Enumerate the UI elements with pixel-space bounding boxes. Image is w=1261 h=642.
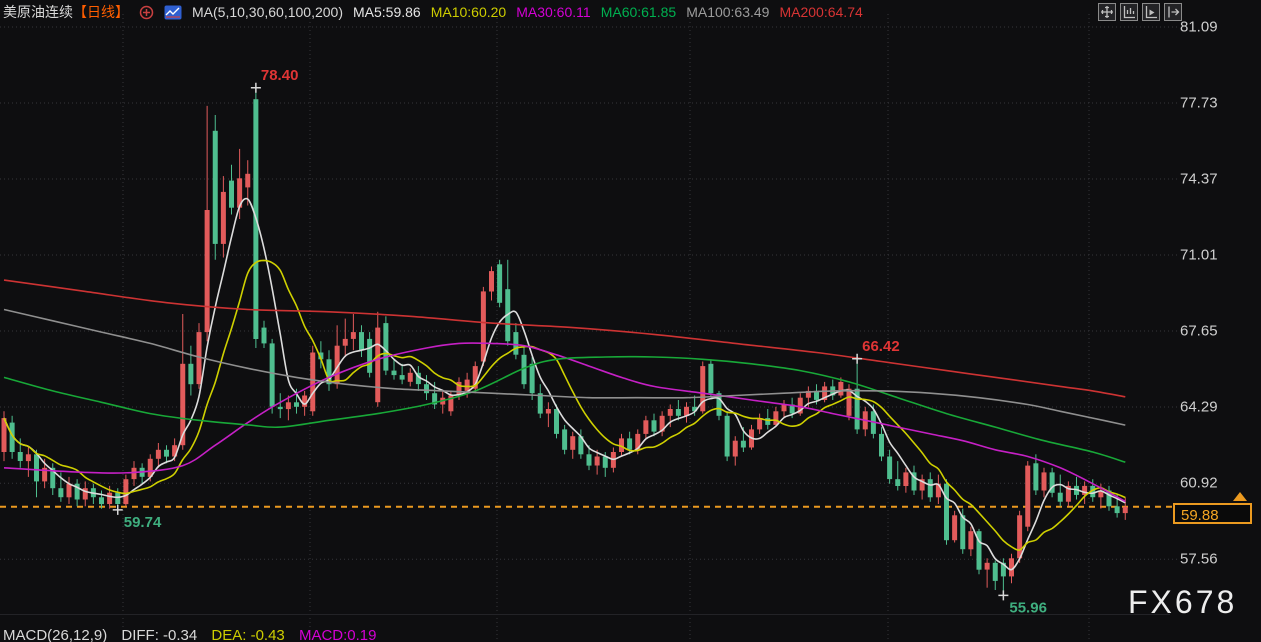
- svg-text:59.74: 59.74: [124, 514, 162, 531]
- axis-price-label: 64.29: [1180, 399, 1218, 416]
- diff-value: DIFF: -0.34: [121, 627, 197, 642]
- h-gridlines: [0, 27, 1178, 559]
- axis-price-label: 57.56: [1180, 551, 1218, 568]
- axis-price-label: 71.01: [1180, 247, 1218, 264]
- v-gridlines: [123, 14, 1089, 640]
- annotation-55.96: 55.96: [998, 590, 1047, 616]
- period-label[interactable]: 【日线】: [73, 4, 129, 20]
- chart-toolbar: [1098, 3, 1182, 21]
- ma-line-MA30: [4, 343, 1125, 501]
- axis-price-label: 67.65: [1180, 323, 1218, 340]
- ma-line-MA200: [4, 280, 1125, 397]
- macd-value: MACD:0.19: [299, 627, 377, 642]
- macd-params-label: MACD(26,12,9): [3, 627, 107, 642]
- current-price-badge: 59.88: [1173, 503, 1252, 524]
- ma100-value: MA100:63.49: [686, 4, 769, 20]
- watermark: FX678: [1128, 584, 1237, 621]
- add-indicator-icon[interactable]: [139, 5, 154, 20]
- annotation-66.42: 66.42: [852, 338, 900, 364]
- ma10-value: MA10:60.20: [431, 4, 507, 20]
- svg-text:78.40: 78.40: [261, 67, 299, 84]
- ma200-value: MA200:64.74: [779, 4, 862, 20]
- trading-chart-window: 78.40 59.74 66.42 55.96 美原油连续【日线】 MA(5,10,3…: [0, 0, 1261, 642]
- axis-price-label: 81.09: [1180, 19, 1218, 36]
- axis-play-icon[interactable]: [1142, 3, 1160, 21]
- svg-text:66.42: 66.42: [862, 338, 900, 355]
- ma-line-MA5: [4, 199, 1125, 570]
- axis-price-label: 77.73: [1180, 95, 1218, 112]
- chart-header: 美原油连续【日线】 MA(5,10,30,60,100,200) MA5:59.…: [0, 0, 1093, 24]
- ma5-value: MA5:59.86: [353, 4, 421, 20]
- candles-layer: [2, 88, 1128, 596]
- dea-value: DEA: -0.43: [211, 627, 284, 642]
- mini-chart-icon[interactable]: [164, 5, 182, 20]
- annotation-78.40: 78.40: [251, 67, 299, 93]
- pan-tool-icon[interactable]: [1098, 3, 1116, 21]
- ma60-value: MA60:61.85: [601, 4, 677, 20]
- axis-price-label: 74.37: [1180, 171, 1218, 188]
- price-up-arrow-icon: [1233, 492, 1247, 501]
- ma30-value: MA30:60.11: [516, 4, 590, 20]
- ma-params-label: MA(5,10,30,60,100,200): [192, 4, 343, 20]
- axis-price-label: 60.92: [1180, 475, 1218, 492]
- annotation-59.74: 59.74: [113, 505, 162, 531]
- pane-divider: [0, 614, 1170, 615]
- macd-status-row: MACD(26,12,9) DIFF: -0.34 DEA: -0.43 MAC…: [3, 627, 386, 642]
- chart-canvas[interactable]: 78.40 59.74 66.42 55.96: [0, 0, 1261, 642]
- axis-chart-icon[interactable]: [1120, 3, 1138, 21]
- symbol-label: 美原油连续: [3, 4, 73, 20]
